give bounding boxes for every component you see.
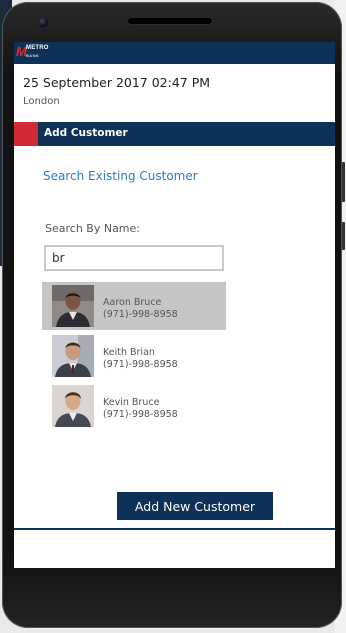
avatar <box>52 335 94 377</box>
result-item-keith-brian[interactable]: Keith Brian (971)-998-8958 <box>42 332 226 380</box>
logo-text: METRO <box>26 45 49 51</box>
result-phone: (971)-998-8958 <box>103 409 178 420</box>
phone-power-button <box>342 222 345 250</box>
app-screen: M METRO BANK 25 September 2017 02:47 PM … <box>14 42 335 568</box>
add-new-customer-button[interactable]: Add New Customer <box>117 492 273 520</box>
result-item-aaron-bruce[interactable]: Aaron Bruce (971)-998-8958 <box>42 282 226 330</box>
current-location: London <box>23 96 60 107</box>
search-by-name-label: Search By Name: <box>45 222 140 235</box>
search-name-input[interactable] <box>44 245 224 271</box>
logo-subtext: BANK <box>26 53 40 58</box>
result-phone: (971)-998-8958 <box>103 309 178 320</box>
phone-frame: M METRO BANK 25 September 2017 02:47 PM … <box>2 2 345 628</box>
result-name: Kevin Bruce <box>103 397 160 408</box>
result-item-kevin-bruce[interactable]: Kevin Bruce (971)-998-8958 <box>42 382 226 430</box>
app-top-bar: M METRO BANK <box>14 42 335 64</box>
phone-camera-icon <box>38 17 48 27</box>
section-title: Add Customer <box>44 127 128 139</box>
metro-bank-logo: M METRO BANK <box>16 44 49 59</box>
bottom-divider <box>14 528 335 530</box>
phone-volume-button <box>342 162 345 202</box>
search-existing-customer-link[interactable]: Search Existing Customer <box>43 169 198 183</box>
result-name: Aaron Bruce <box>103 297 162 308</box>
phone-speaker-icon <box>128 18 212 24</box>
section-accent-block <box>14 122 38 146</box>
section-header: Add Customer <box>14 122 335 146</box>
avatar <box>52 385 94 427</box>
result-phone: (971)-998-8958 <box>103 359 178 370</box>
current-datetime: 25 September 2017 02:47 PM <box>23 75 211 90</box>
avatar <box>52 285 94 327</box>
result-name: Keith Brian <box>103 347 155 358</box>
